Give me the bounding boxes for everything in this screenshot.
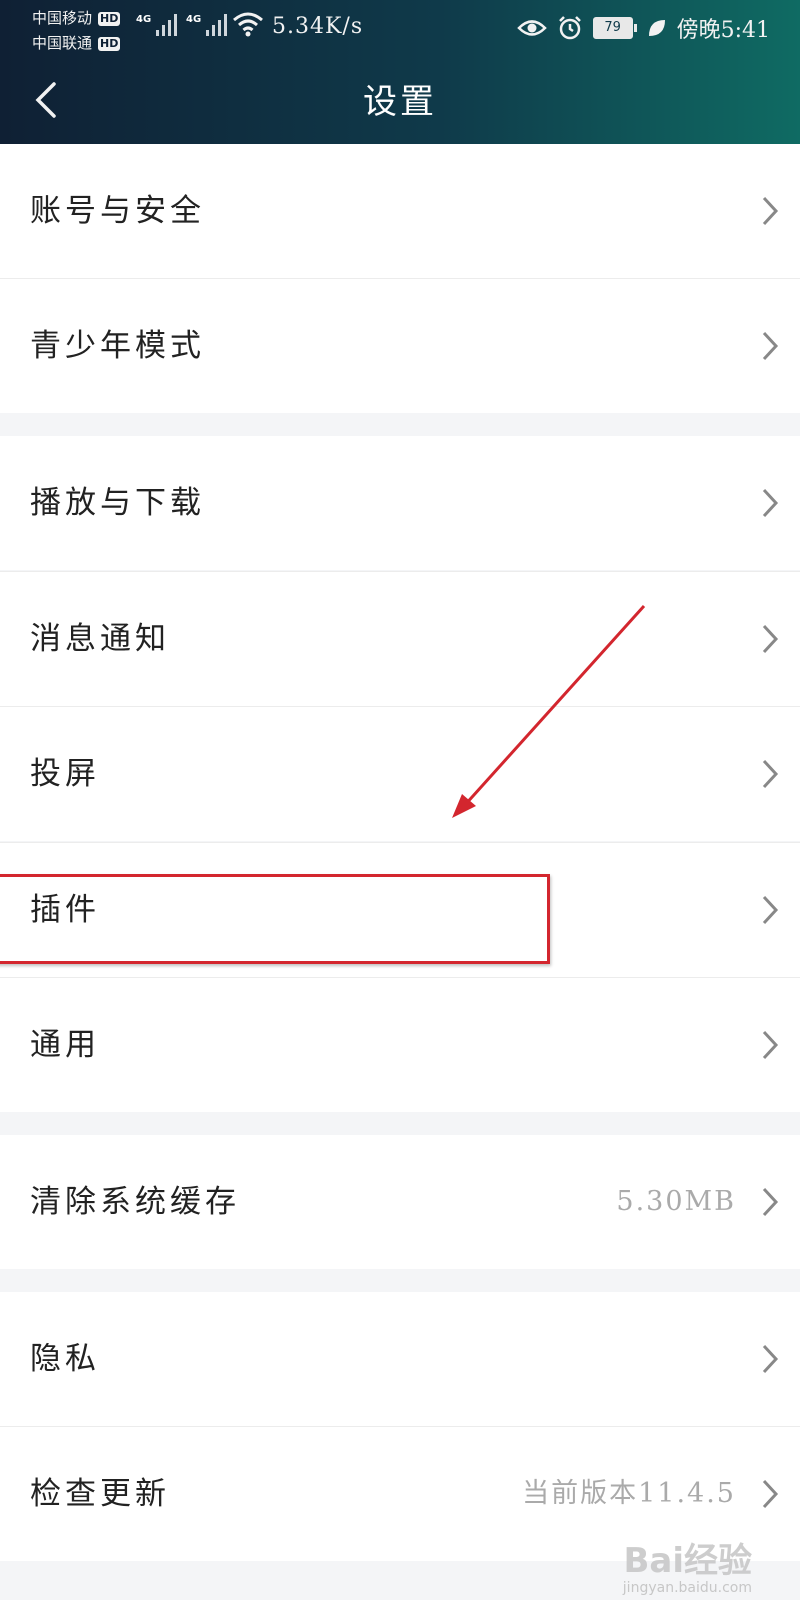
settings-item-label: 账号与安全 xyxy=(30,193,205,229)
settings-item-screen-cast[interactable]: 投屏 xyxy=(0,707,800,841)
signal-icon-2: 4G xyxy=(186,14,228,36)
watermark-url: jingyan.baidu.com xyxy=(622,1580,752,1596)
cache-size-value: 5.30MB xyxy=(616,1186,736,1217)
settings-item-label: 检查更新 xyxy=(30,1476,170,1512)
clock: 傍晚5:41 xyxy=(676,18,770,43)
status-icons: 79 傍晚5:41 xyxy=(516,12,770,44)
alarm-icon xyxy=(558,16,581,40)
battery-level: 79 xyxy=(592,17,633,39)
watermark-logo: Bai经验 xyxy=(623,1541,752,1581)
leaf-icon xyxy=(648,20,665,36)
signal-icon-1: 4G xyxy=(136,14,178,36)
page-title: 设置 xyxy=(363,82,437,122)
settings-item-label: 隐私 xyxy=(30,1341,100,1377)
carrier-info: 中国移动 HD 中国联通 HD xyxy=(32,6,121,56)
chevron-right-icon xyxy=(762,1030,779,1060)
chevron-right-icon xyxy=(762,331,779,361)
settings-item-label: 通用 xyxy=(30,1027,100,1063)
chevron-right-icon xyxy=(762,1187,779,1217)
settings-item-account-security[interactable]: 账号与安全 xyxy=(0,144,800,278)
settings-item-label: 消息通知 xyxy=(30,621,170,657)
settings-item-label: 播放与下载 xyxy=(30,485,205,521)
chevron-right-icon xyxy=(762,624,779,654)
network-speed: 5.34K/s xyxy=(272,14,364,39)
wifi-icon xyxy=(233,12,263,37)
chevron-right-icon xyxy=(762,759,779,789)
settings-item-teen-mode[interactable]: 青少年模式 xyxy=(0,279,800,413)
settings-item-privacy[interactable]: 隐私 xyxy=(0,1292,800,1426)
chevron-right-icon xyxy=(762,1479,779,1509)
settings-item-playback-download[interactable]: 播放与下载 xyxy=(0,436,800,570)
carrier-1: 中国移动 xyxy=(32,9,93,27)
settings-item-label: 青少年模式 xyxy=(30,328,205,364)
chevron-right-icon xyxy=(762,895,779,925)
eye-icon xyxy=(516,20,547,36)
chevron-right-icon xyxy=(762,488,779,518)
settings-item-general[interactable]: 通用 xyxy=(0,978,800,1112)
settings-item-label: 清除系统缓存 xyxy=(30,1184,240,1220)
settings-item-notifications[interactable]: 消息通知 xyxy=(0,572,800,706)
settings-item-label: 投屏 xyxy=(30,756,100,792)
settings-item-clear-cache[interactable]: 清除系统缓存 5.30MB xyxy=(0,1135,800,1269)
battery-icon: 79 xyxy=(592,17,637,39)
hd-badge-2: HD xyxy=(98,36,121,51)
app-header: 中国移动 HD 中国联通 HD 4G 4G 5.34K/s 79 傍晚5:41 xyxy=(0,0,800,144)
chevron-right-icon xyxy=(762,196,779,226)
hd-badge-1: HD xyxy=(98,11,121,26)
annotation-highlight-box xyxy=(0,874,550,964)
chevron-right-icon xyxy=(762,1344,779,1374)
carrier-2: 中国联通 xyxy=(32,34,93,52)
